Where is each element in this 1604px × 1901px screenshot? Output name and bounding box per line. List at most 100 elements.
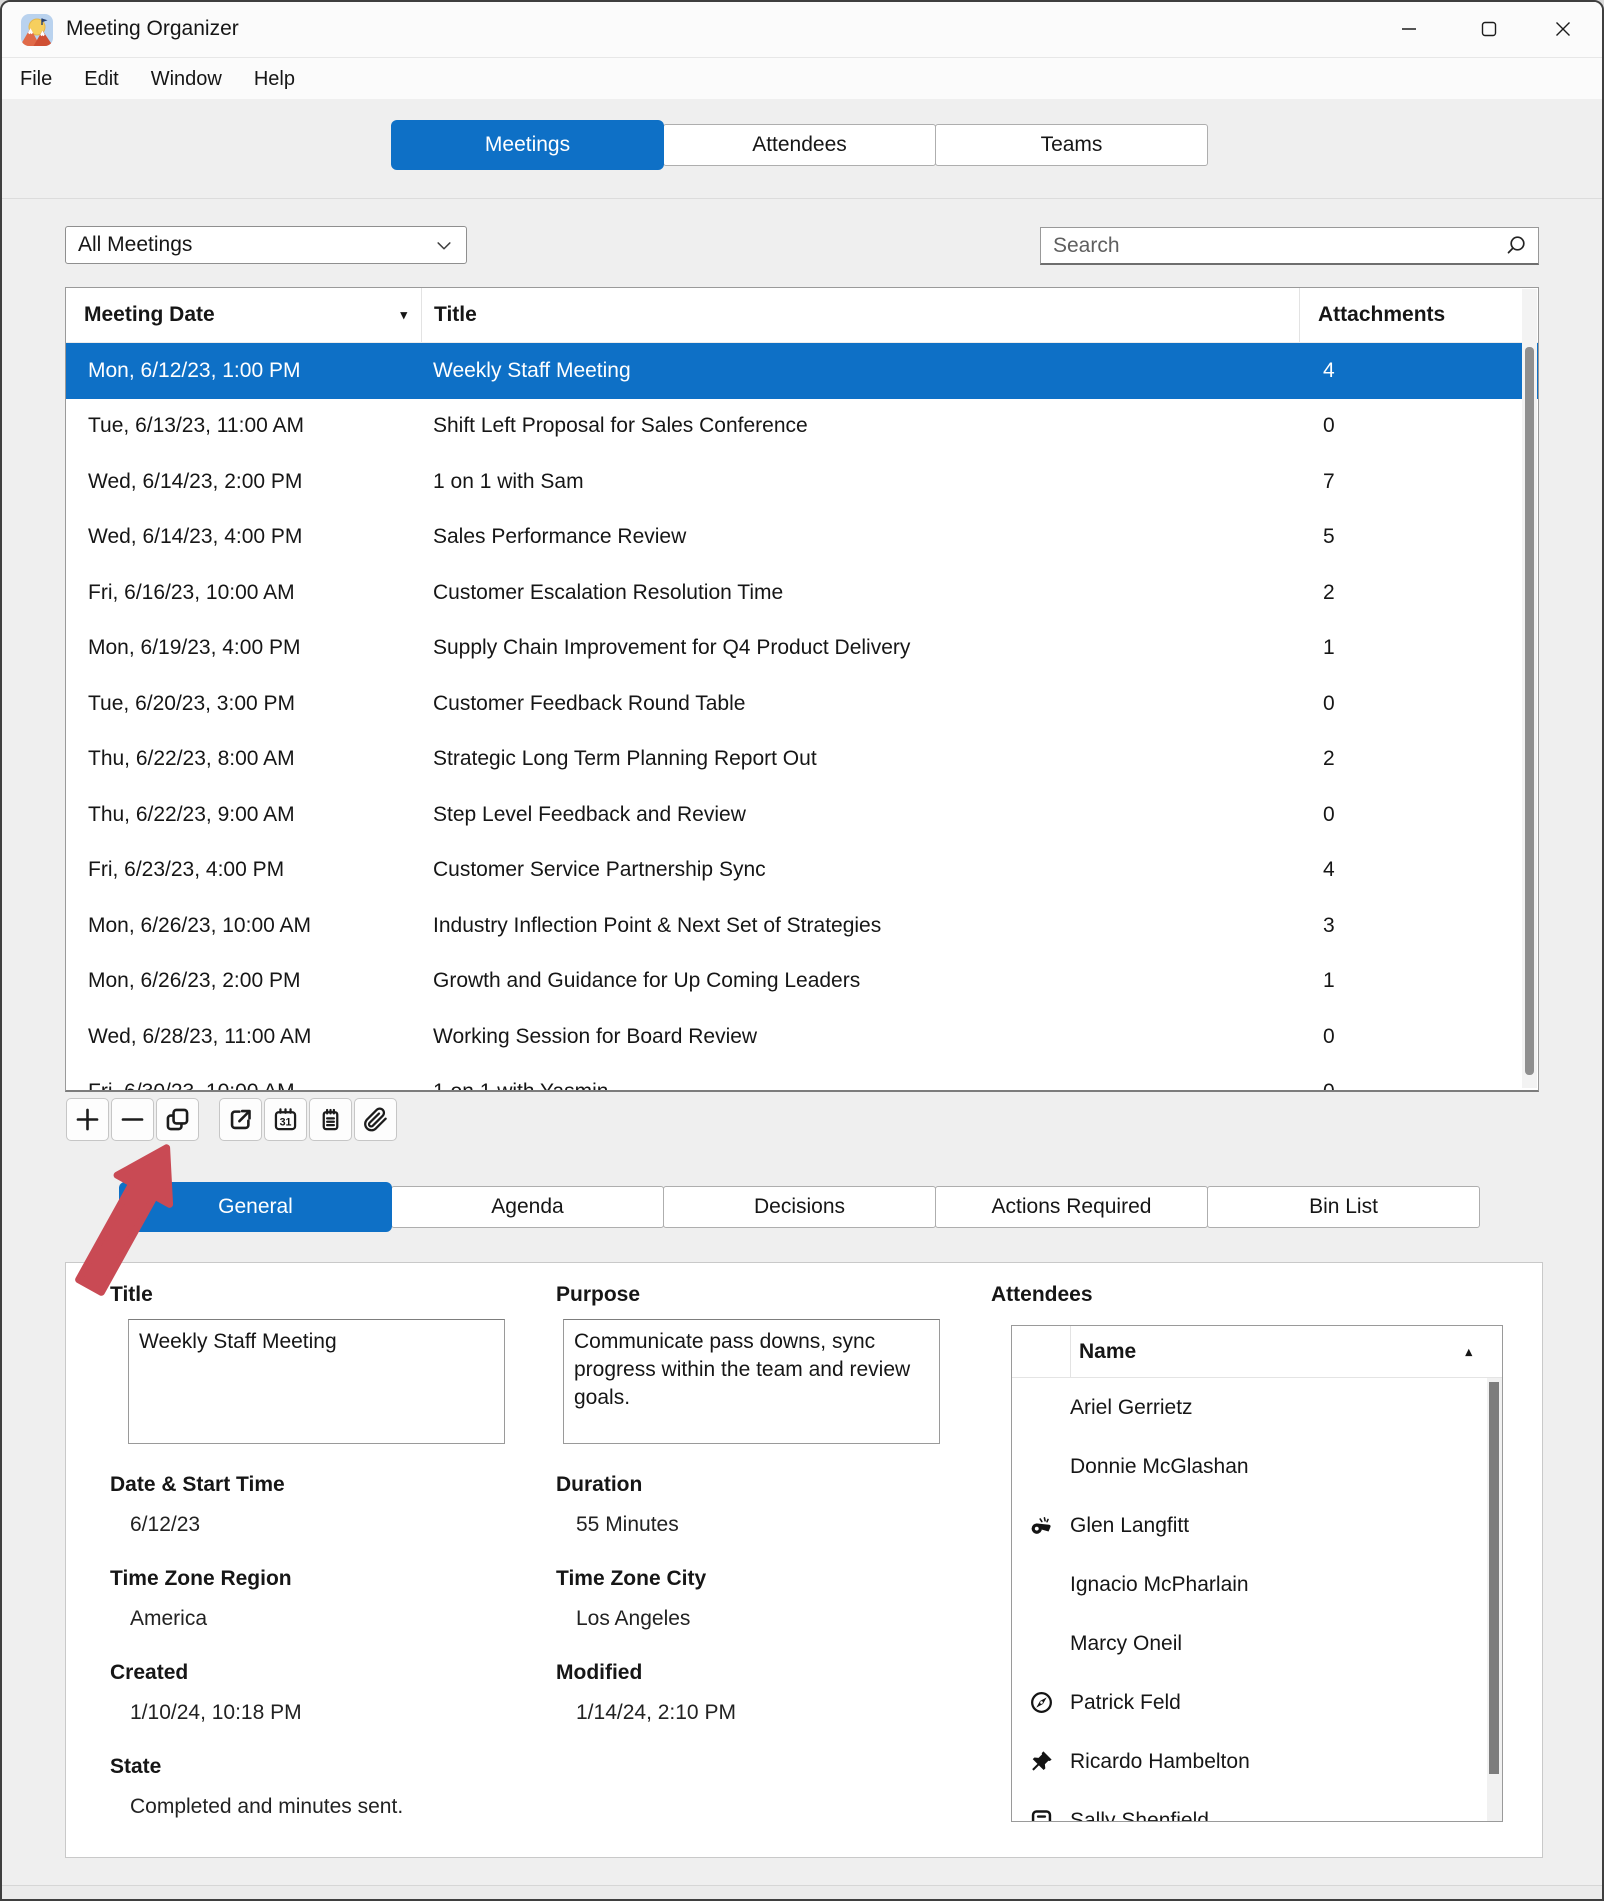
meeting-row[interactable]: Wed, 6/28/23, 11:00 AMWorking Session fo… — [66, 1009, 1538, 1065]
meeting-title-cell: Customer Service Partnership Sync — [421, 858, 1299, 882]
detail-tab-decisions[interactable]: Decisions — [663, 1186, 936, 1228]
meeting-row[interactable]: Fri, 6/23/23, 4:00 PMCustomer Service Pa… — [66, 843, 1538, 899]
minimize-button[interactable] — [1376, 2, 1442, 56]
attendee-row[interactable]: Ricardo Hambelton — [1012, 1732, 1502, 1791]
meeting-row[interactable]: Tue, 6/20/23, 3:00 PMCustomer Feedback R… — [66, 676, 1538, 732]
purpose-field-value: Communicate pass downs, sync progress wi… — [574, 1330, 910, 1409]
chevron-down-icon — [434, 235, 454, 255]
calendar-button[interactable]: 31 — [264, 1098, 307, 1141]
attendee-name: Ignacio McPharlain — [1070, 1573, 1249, 1597]
sort-ascending-icon: ▴ — [1465, 1344, 1472, 1360]
meeting-title-cell: Strategic Long Term Planning Report Out — [421, 747, 1299, 771]
meeting-row[interactable]: Thu, 6/22/23, 8:00 AMStrategic Long Term… — [66, 732, 1538, 788]
close-button[interactable] — [1530, 2, 1596, 56]
filter-selected-value: All Meetings — [78, 233, 192, 257]
tz-region-value: America — [130, 1607, 207, 1631]
menu-item-edit[interactable]: Edit — [68, 62, 134, 97]
column-header-attachments[interactable]: Attachments — [1299, 288, 1524, 342]
tab-teams[interactable]: Teams — [935, 124, 1208, 166]
menu-item-file[interactable]: File — [4, 62, 68, 97]
menu-bar: FileEditWindowHelp — [4, 59, 311, 99]
meeting-row[interactable]: Tue, 6/13/23, 11:00 AMShift Left Proposa… — [66, 399, 1538, 455]
purpose-field-label: Purpose — [556, 1283, 640, 1307]
duplicate-button[interactable] — [156, 1098, 199, 1141]
title-field[interactable]: Weekly Staff Meeting — [128, 1319, 505, 1444]
attendee-name: Sally Shenfield — [1070, 1809, 1209, 1823]
attachments-cell: 2 — [1299, 747, 1524, 771]
compass-icon-slot — [1012, 1689, 1070, 1716]
remove-button[interactable] — [111, 1098, 154, 1141]
title-bar[interactable]: Meeting Organizer — [2, 2, 1602, 58]
search-icon[interactable] — [1504, 234, 1528, 258]
maximize-button[interactable] — [1456, 2, 1522, 56]
tz-city-value: Los Angeles — [576, 1607, 690, 1631]
compass-icon — [1028, 1689, 1055, 1716]
attachments-cell: 4 — [1299, 359, 1524, 383]
meeting-date-header-label: Meeting Date — [84, 303, 215, 327]
meeting-row[interactable]: Fri, 6/30/23, 10:00 AM1 on 1 with Yasmin… — [66, 1065, 1538, 1092]
attendee-row[interactable]: Ariel Gerrietz — [1012, 1378, 1502, 1437]
attendee-row[interactable]: Donnie McGlashan — [1012, 1437, 1502, 1496]
whistle-icon-slot — [1012, 1512, 1070, 1539]
status-bar — [2, 1885, 1602, 1899]
plus-icon — [74, 1106, 101, 1133]
meeting-row[interactable]: Mon, 6/26/23, 10:00 AMIndustry Inflectio… — [66, 898, 1538, 954]
attendee-row[interactable]: Ignacio McPharlain — [1012, 1555, 1502, 1614]
meetings-table-header: Meeting Date ▾ Title Attachments — [66, 288, 1538, 343]
attendees-scrollbar[interactable] — [1487, 1378, 1502, 1821]
attendee-row[interactable]: Glen Langfitt — [1012, 1496, 1502, 1555]
menu-item-help[interactable]: Help — [238, 62, 311, 97]
meetings-table-scrollbar-thumb[interactable] — [1525, 347, 1534, 1075]
notes-button[interactable] — [309, 1098, 352, 1141]
created-value: 1/10/24, 10:18 PM — [130, 1701, 302, 1725]
meeting-title-cell: Sales Performance Review — [421, 525, 1299, 549]
open-external-button[interactable] — [219, 1098, 262, 1141]
detail-tab-general[interactable]: General — [119, 1182, 392, 1232]
detail-tab-agenda[interactable]: Agenda — [391, 1186, 664, 1228]
column-header-title[interactable]: Title — [421, 288, 1299, 342]
meeting-date-cell: Mon, 6/26/23, 2:00 PM — [66, 969, 421, 993]
attachments-cell: 1 — [1299, 969, 1524, 993]
detail-tab-actions-required[interactable]: Actions Required — [935, 1186, 1208, 1228]
meetings-table-body: Mon, 6/12/23, 1:00 PMWeekly Staff Meetin… — [66, 343, 1538, 1091]
meeting-row[interactable]: Wed, 6/14/23, 2:00 PM1 on 1 with Sam7 — [66, 454, 1538, 510]
duration-value: 55 Minutes — [576, 1513, 679, 1537]
modified-label: Modified — [556, 1661, 642, 1685]
window-title: Meeting Organizer — [66, 17, 239, 41]
column-header-name[interactable]: Name ▴ — [1070, 1326, 1502, 1377]
meetings-filter-dropdown[interactable]: All Meetings — [65, 226, 467, 264]
name-header-label: Name — [1079, 1340, 1136, 1364]
meeting-row[interactable]: Mon, 6/26/23, 2:00 PMGrowth and Guidance… — [66, 954, 1538, 1010]
attendee-row[interactable]: Sally Shenfield — [1012, 1791, 1502, 1822]
attachments-cell: 0 — [1299, 1080, 1524, 1091]
created-label: Created — [110, 1661, 188, 1685]
purpose-field[interactable]: Communicate pass downs, sync progress wi… — [563, 1319, 940, 1444]
attendees-label: Attendees — [991, 1283, 1093, 1307]
attendees-scrollbar-thumb[interactable] — [1489, 1382, 1499, 1774]
meeting-row[interactable]: Thu, 6/22/23, 9:00 AMStep Level Feedback… — [66, 787, 1538, 843]
search-input[interactable] — [1041, 234, 1504, 258]
title-header-label: Title — [434, 303, 477, 327]
meeting-row[interactable]: Fri, 6/16/23, 10:00 AMCustomer Escalatio… — [66, 565, 1538, 621]
meeting-row[interactable]: Mon, 6/19/23, 4:00 PMSupply Chain Improv… — [66, 621, 1538, 677]
tz-region-label: Time Zone Region — [110, 1567, 292, 1591]
add-button[interactable] — [66, 1098, 109, 1141]
app-window: Meeting Organizer FileEditWindowHelp Mee… — [0, 0, 1604, 1901]
menu-item-window[interactable]: Window — [135, 62, 238, 97]
tab-attendees[interactable]: Attendees — [663, 124, 936, 166]
state-value: Completed and minutes sent. — [130, 1795, 403, 1819]
attendee-row[interactable]: Marcy Oneil — [1012, 1614, 1502, 1673]
tab-meetings[interactable]: Meetings — [391, 120, 664, 170]
attachments-button[interactable] — [354, 1098, 397, 1141]
attachments-cell: 1 — [1299, 636, 1524, 660]
meeting-date-cell: Fri, 6/23/23, 4:00 PM — [66, 858, 421, 882]
meeting-row[interactable]: Mon, 6/12/23, 1:00 PMWeekly Staff Meetin… — [66, 343, 1538, 399]
attachments-header-label: Attachments — [1318, 303, 1445, 327]
state-label: State — [110, 1755, 161, 1779]
attendee-row[interactable]: Patrick Feld — [1012, 1673, 1502, 1732]
column-header-meeting-date[interactable]: Meeting Date ▾ — [66, 288, 421, 342]
meeting-title-cell: Customer Feedback Round Table — [421, 692, 1299, 716]
detail-tab-bin-list[interactable]: Bin List — [1207, 1186, 1480, 1228]
meetings-table-scrollbar[interactable] — [1522, 289, 1537, 1088]
meeting-row[interactable]: Wed, 6/14/23, 4:00 PMSales Performance R… — [66, 510, 1538, 566]
